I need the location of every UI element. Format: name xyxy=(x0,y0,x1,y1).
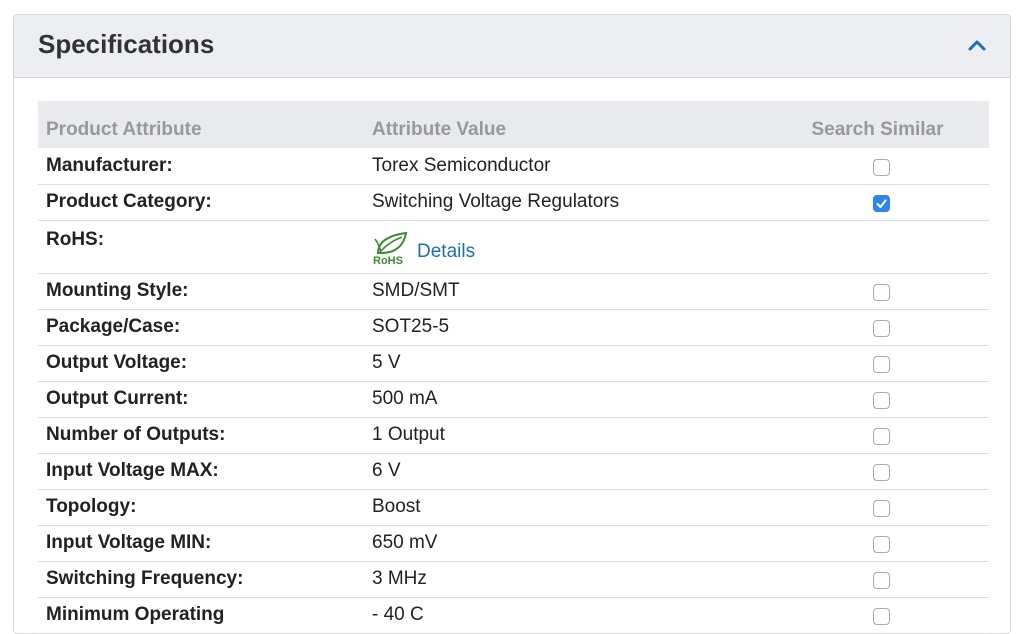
attribute-value: Torex Semiconductor xyxy=(364,148,804,185)
rohs-badge: RoHS Details xyxy=(372,229,475,267)
search-similar-checkbox[interactable] xyxy=(873,356,890,374)
header-search-similar: Search Similar xyxy=(804,101,989,148)
attribute-value: 500 mA xyxy=(364,381,804,418)
search-similar-checkbox[interactable] xyxy=(873,500,890,518)
search-similar-checkbox[interactable] xyxy=(873,284,890,302)
rohs-value: RoHS Details xyxy=(364,220,804,274)
attribute-name: Minimum Operating xyxy=(38,597,364,634)
search-similar-checkbox[interactable] xyxy=(873,608,890,626)
rohs-logo-text: RoHS xyxy=(373,254,403,267)
chevron-up-icon[interactable] xyxy=(966,35,988,57)
table-row: Manufacturer: Torex Semiconductor xyxy=(38,148,989,185)
attribute-value: SMD/SMT xyxy=(364,273,804,310)
attribute-value: Switching Voltage Regulators xyxy=(364,184,804,221)
attribute-name: Output Current: xyxy=(38,381,364,418)
attribute-name: RoHS: xyxy=(38,220,364,274)
attribute-value: SOT25-5 xyxy=(364,309,804,346)
attribute-name: Input Voltage MAX: xyxy=(38,453,364,490)
table-row: Switching Frequency: 3 MHz xyxy=(38,561,989,598)
attribute-name: Manufacturer: xyxy=(38,148,364,185)
search-similar-cell xyxy=(804,597,989,634)
search-similar-checkbox[interactable] xyxy=(873,320,890,338)
table-row: Mounting Style: SMD/SMT xyxy=(38,273,989,310)
search-similar-cell xyxy=(804,489,989,526)
search-similar-checkbox[interactable] xyxy=(873,572,890,590)
search-similar-cell xyxy=(804,220,989,274)
table-row: Output Current: 500 mA xyxy=(38,381,989,418)
specifications-table-wrapper: Product Attribute Attribute Value Search… xyxy=(38,101,989,634)
search-similar-cell xyxy=(804,148,989,185)
attribute-value: 650 mV xyxy=(364,525,804,562)
search-similar-checkbox[interactable] xyxy=(873,392,890,410)
attribute-name: Switching Frequency: xyxy=(38,561,364,598)
attribute-name: Number of Outputs: xyxy=(38,417,364,454)
search-similar-checkbox[interactable] xyxy=(873,428,890,446)
table-row: Topology: Boost xyxy=(38,489,989,526)
checkmark-icon xyxy=(876,199,887,209)
attribute-name: Output Voltage: xyxy=(38,345,364,382)
table-row: Input Voltage MIN: 650 mV xyxy=(38,525,989,562)
search-similar-cell xyxy=(804,417,989,454)
attribute-value: 1 Output xyxy=(364,417,804,454)
attribute-name: Mounting Style: xyxy=(38,273,364,310)
specifications-panel: Specifications Product Attribute Attribu… xyxy=(13,14,1011,634)
attribute-value: - 40 C xyxy=(364,597,804,634)
search-similar-cell xyxy=(804,345,989,382)
search-similar-checkbox[interactable] xyxy=(873,536,890,554)
table-row: RoHS: RoHS Details xyxy=(38,220,989,274)
search-similar-cell xyxy=(804,453,989,490)
attribute-value: 3 MHz xyxy=(364,561,804,598)
search-similar-cell xyxy=(804,525,989,562)
table-row: Package/Case: SOT25-5 xyxy=(38,309,989,346)
attribute-name: Package/Case: xyxy=(38,309,364,346)
attribute-value: 6 V xyxy=(364,453,804,490)
specifications-table: Product Attribute Attribute Value Search… xyxy=(38,101,989,634)
attribute-name: Input Voltage MIN: xyxy=(38,525,364,562)
rohs-details-link[interactable]: Details xyxy=(417,241,475,263)
table-row: Input Voltage MAX: 6 V xyxy=(38,453,989,490)
attribute-value: Boost xyxy=(364,489,804,526)
header-product-attribute: Product Attribute xyxy=(38,101,364,148)
attribute-value: 5 V xyxy=(364,345,804,382)
search-similar-cell xyxy=(804,309,989,346)
rohs-leaf-icon: RoHS xyxy=(372,229,412,267)
search-similar-cell xyxy=(804,184,989,221)
search-similar-cell xyxy=(804,273,989,310)
table-row: Number of Outputs: 1 Output xyxy=(38,417,989,454)
attribute-name: Product Category: xyxy=(38,184,364,221)
table-row: Output Voltage: 5 V xyxy=(38,345,989,382)
search-similar-checkbox[interactable] xyxy=(873,464,890,482)
search-similar-checkbox[interactable] xyxy=(873,159,890,177)
header-attribute-value: Attribute Value xyxy=(364,101,804,148)
table-header-row: Product Attribute Attribute Value Search… xyxy=(38,101,989,148)
panel-title: Specifications xyxy=(38,29,215,59)
table-row: Minimum Operating - 40 C xyxy=(38,597,989,634)
search-similar-cell xyxy=(804,561,989,598)
attribute-name: Topology: xyxy=(38,489,364,526)
table-row: Product Category: Switching Voltage Regul… xyxy=(38,184,989,221)
panel-header: Specifications xyxy=(14,15,1010,78)
search-similar-cell xyxy=(804,381,989,418)
search-similar-checkbox[interactable] xyxy=(873,195,890,213)
